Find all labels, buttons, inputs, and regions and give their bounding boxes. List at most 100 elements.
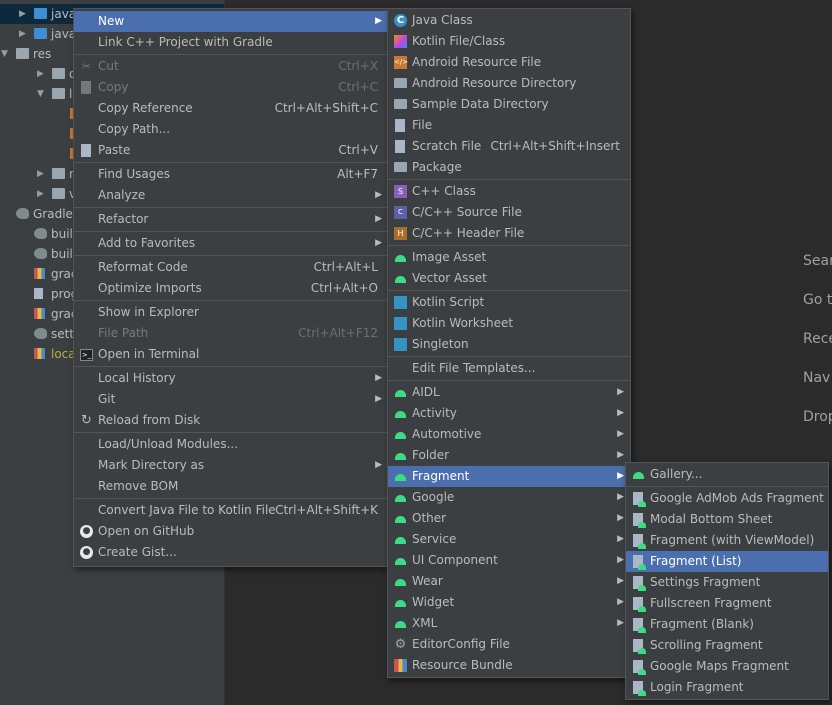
menu-item-scrolling-fragment[interactable]: Scrolling Fragment bbox=[626, 635, 828, 656]
menu-item-editorconfig-file[interactable]: ⚙ EditorConfig File bbox=[388, 634, 630, 655]
menu-item-java-class[interactable]: C Java Class bbox=[388, 10, 630, 31]
menu-item-show-in-explorer[interactable]: Show in Explorer bbox=[74, 302, 388, 323]
menu-item-label: Fragment (Blank) bbox=[650, 617, 754, 631]
menu-item-activity[interactable]: Activity ▶ bbox=[388, 403, 630, 424]
expand-arrow-icon[interactable]: ▶ bbox=[37, 184, 44, 204]
menu-item-ui-component[interactable]: UI Component ▶ bbox=[388, 550, 630, 571]
fragment-icon bbox=[633, 639, 646, 654]
menu-item-label: Folder bbox=[412, 448, 450, 462]
android-icon bbox=[394, 512, 407, 525]
expand-arrow-icon[interactable]: ▶ bbox=[19, 24, 26, 44]
cpp-header-icon: H bbox=[394, 227, 407, 240]
collapse-arrow-icon[interactable]: ▼ bbox=[1, 44, 8, 64]
menu-item-xml[interactable]: XML ▶ bbox=[388, 613, 630, 634]
file-icon bbox=[395, 119, 405, 132]
menu-item-fragment-with-viewmodel[interactable]: Fragment (with ViewModel) bbox=[626, 530, 828, 551]
menu-item-git[interactable]: Git ▶ bbox=[74, 389, 388, 410]
menu-item-reformat-code[interactable]: Reformat Code Ctrl+Alt+L bbox=[74, 257, 388, 278]
menu-item-load-unload-modules[interactable]: Load/Unload Modules... bbox=[74, 434, 388, 455]
menu-item-label: Service bbox=[412, 532, 457, 546]
menu-item-label: Mark Directory as bbox=[98, 458, 205, 472]
menu-item-label: Fullscreen Fragment bbox=[650, 596, 772, 610]
menu-item-fullscreen-fragment[interactable]: Fullscreen Fragment bbox=[626, 593, 828, 614]
menu-item-copy-reference[interactable]: Copy Reference Ctrl+Alt+Shift+C bbox=[74, 98, 388, 119]
menu-item-refactor[interactable]: Refactor ▶ bbox=[74, 209, 388, 230]
menu-item-automotive[interactable]: Automotive ▶ bbox=[388, 424, 630, 445]
menu-item-label: Cut bbox=[98, 59, 119, 73]
menu-item-analyze[interactable]: Analyze ▶ bbox=[74, 185, 388, 206]
menu-item-new[interactable]: New ▶ bbox=[74, 11, 388, 32]
github-icon: ● bbox=[80, 525, 93, 538]
fragment-icon bbox=[633, 597, 646, 612]
menu-item-resource-bundle[interactable]: Resource Bundle bbox=[388, 655, 630, 676]
android-icon bbox=[394, 575, 407, 588]
menu-item-fragment-list[interactable]: Fragment (List) bbox=[626, 551, 828, 572]
menu-item-link-c-project-with-gradle[interactable]: Link C++ Project with Gradle bbox=[74, 32, 388, 53]
menu-item-create-gist[interactable]: ● Create Gist... bbox=[74, 542, 388, 563]
menu-item-label: Google AdMob Ads Fragment bbox=[650, 491, 824, 505]
menu-item-package[interactable]: Package bbox=[388, 157, 630, 178]
properties-file-icon bbox=[34, 268, 45, 279]
menu-item-folder[interactable]: Folder ▶ bbox=[388, 445, 630, 466]
menu-item-remove-bom[interactable]: Remove BOM bbox=[74, 476, 388, 497]
menu-item-settings-fragment[interactable]: Settings Fragment bbox=[626, 572, 828, 593]
expand-arrow-icon[interactable]: ▶ bbox=[37, 64, 44, 84]
menu-item-optimize-imports[interactable]: Optimize Imports Ctrl+Alt+O bbox=[74, 278, 388, 299]
properties-file-icon bbox=[34, 348, 45, 359]
menu-item-file[interactable]: File bbox=[388, 115, 630, 136]
menu-item-shortcut: Ctrl+C bbox=[338, 80, 378, 94]
menu-item-google[interactable]: Google ▶ bbox=[388, 487, 630, 508]
menu-item-sample-data-directory[interactable]: Sample Data Directory bbox=[388, 94, 630, 115]
menu-item-mark-directory-as[interactable]: Mark Directory as ▶ bbox=[74, 455, 388, 476]
bundle-icon bbox=[394, 659, 407, 672]
menu-item-fragment[interactable]: Fragment ▶ bbox=[388, 466, 630, 487]
menu-item-other[interactable]: Other ▶ bbox=[388, 508, 630, 529]
menu-item-android-resource-file[interactable]: </> Android Resource File bbox=[388, 52, 630, 73]
menu-item-label: Settings Fragment bbox=[650, 575, 761, 589]
collapse-arrow-icon[interactable]: ▼ bbox=[37, 84, 44, 104]
menu-item-singleton[interactable]: Singleton bbox=[388, 334, 630, 355]
menu-item-gallery[interactable]: Gallery... bbox=[626, 464, 828, 485]
menu-item-add-to-favorites[interactable]: Add to Favorites ▶ bbox=[74, 233, 388, 254]
menu-item-label: Fragment bbox=[412, 469, 470, 483]
menu-item-open-on-github[interactable]: ● Open on GitHub bbox=[74, 521, 388, 542]
menu-item-image-asset[interactable]: Image Asset bbox=[388, 247, 630, 268]
menu-item-google-admob-ads-fragment[interactable]: Google AdMob Ads Fragment bbox=[626, 488, 828, 509]
menu-item-kotlin-file-class[interactable]: Kotlin File/Class bbox=[388, 31, 630, 52]
menu-item-label: Sample Data Directory bbox=[412, 97, 549, 111]
menu-item-kotlin-worksheet[interactable]: Kotlin Worksheet bbox=[388, 313, 630, 334]
menu-item-vector-asset[interactable]: Vector Asset bbox=[388, 268, 630, 289]
menu-item-paste[interactable]: Paste Ctrl+V bbox=[74, 140, 388, 161]
menu-item-copy-path[interactable]: Copy Path... bbox=[74, 119, 388, 140]
menu-item-local-history[interactable]: Local History ▶ bbox=[74, 368, 388, 389]
menu-item-label: Android Resource File bbox=[412, 55, 542, 69]
menu-item-scratch-file[interactable]: Scratch File Ctrl+Alt+Shift+Insert bbox=[388, 136, 630, 157]
menu-item-aidl[interactable]: AIDL ▶ bbox=[388, 382, 630, 403]
tree-item-label: res bbox=[33, 47, 52, 61]
menu-item-wear[interactable]: Wear ▶ bbox=[388, 571, 630, 592]
menu-item-find-usages[interactable]: Find Usages Alt+F7 bbox=[74, 164, 388, 185]
submenu-arrow-icon: ▶ bbox=[617, 534, 624, 544]
menu-item-login-fragment[interactable]: Login Fragment bbox=[626, 677, 828, 698]
menu-item-convert-java-file-to-kotlin-file[interactable]: Convert Java File to Kotlin File Ctrl+Alt… bbox=[74, 500, 388, 521]
menu-item-modal-bottom-sheet[interactable]: Modal Bottom Sheet bbox=[626, 509, 828, 530]
menu-item-service[interactable]: Service ▶ bbox=[388, 529, 630, 550]
menu-item-shortcut: Ctrl+Alt+Shift+K bbox=[275, 503, 378, 517]
menu-item-open-in-terminal[interactable]: >_ Open in Terminal bbox=[74, 344, 388, 365]
menu-item-widget[interactable]: Widget ▶ bbox=[388, 592, 630, 613]
menu-item-fragment-blank[interactable]: Fragment (Blank) bbox=[626, 614, 828, 635]
hint-go-to-file: Go t bbox=[803, 292, 832, 308]
expand-arrow-icon[interactable]: ▶ bbox=[37, 164, 44, 184]
paste-icon bbox=[81, 144, 91, 157]
menu-item-reload-from-disk[interactable]: ↻ Reload from Disk bbox=[74, 410, 388, 431]
menu-item-shortcut: Ctrl+X bbox=[338, 59, 378, 73]
menu-item-kotlin-script[interactable]: Kotlin Script bbox=[388, 292, 630, 313]
menu-item-edit-file-templates[interactable]: Edit File Templates... bbox=[388, 358, 630, 379]
menu-item-google-maps-fragment[interactable]: Google Maps Fragment bbox=[626, 656, 828, 677]
submenu-arrow-icon: ▶ bbox=[617, 492, 624, 502]
menu-item-c-c-source-file[interactable]: C C/C++ Source File bbox=[388, 202, 630, 223]
menu-item-c-c-header-file[interactable]: H C/C++ Header File bbox=[388, 223, 630, 244]
menu-item-android-resource-directory[interactable]: Android Resource Directory bbox=[388, 73, 630, 94]
menu-item-c-class[interactable]: S C++ Class bbox=[388, 181, 630, 202]
expand-arrow-icon[interactable]: ▶ bbox=[19, 4, 26, 24]
